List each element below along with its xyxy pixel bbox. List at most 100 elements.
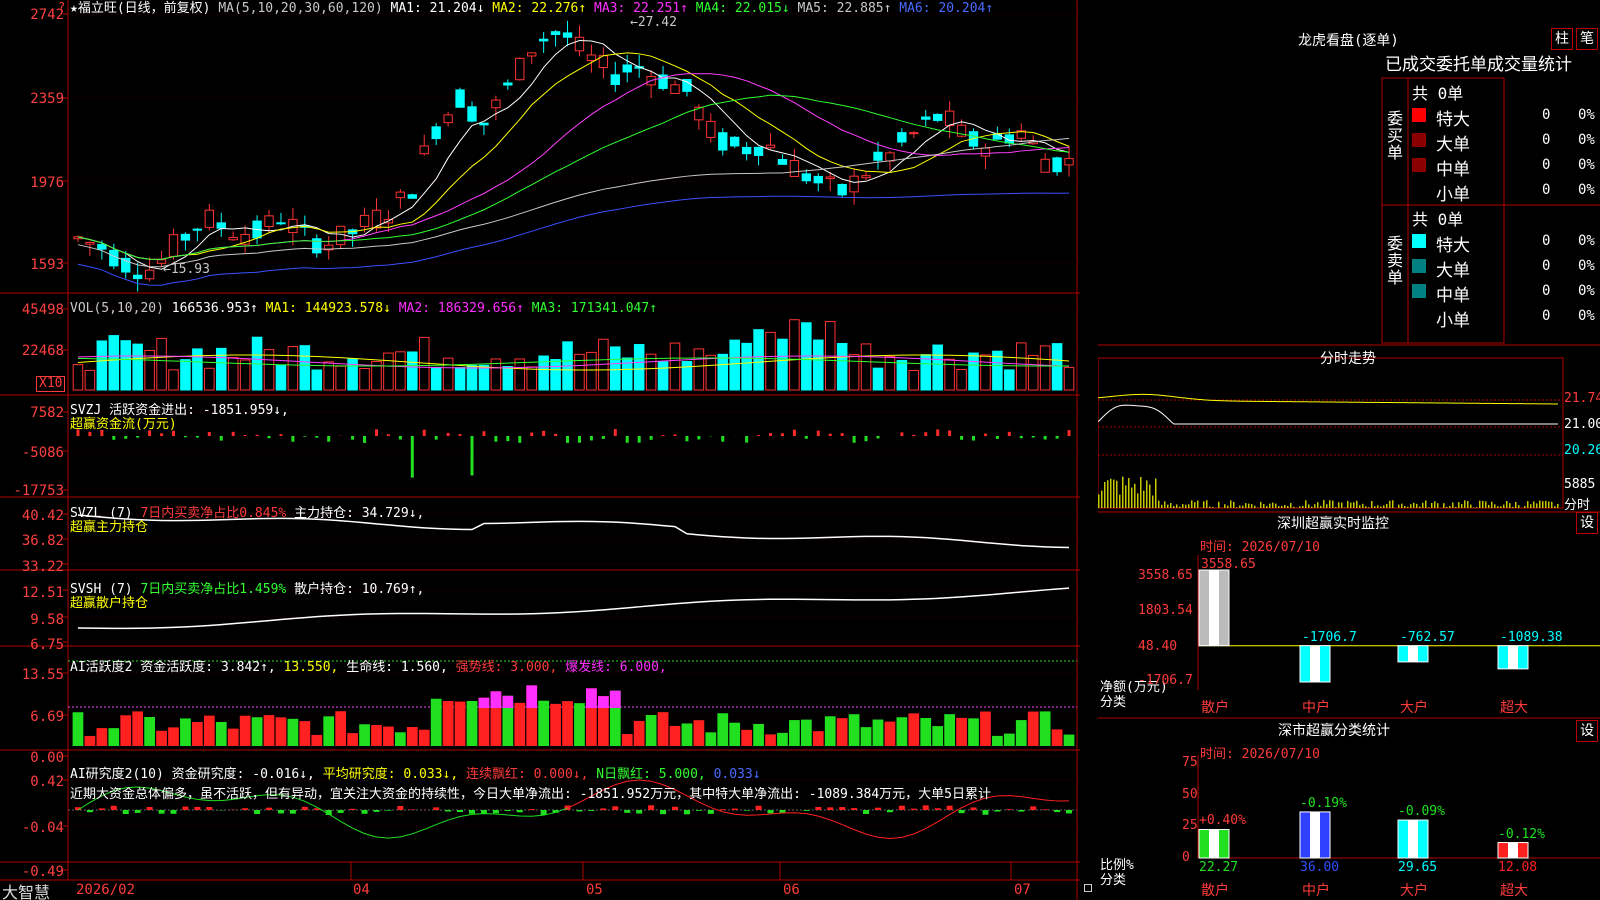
candle-body (503, 82, 513, 86)
svsh-header: SVSH (7) 7日内买卖净占比1.459% 散户持仓: 10.769↑, (70, 582, 424, 597)
candle-body (97, 243, 107, 250)
fs-vol-bar (1518, 505, 1520, 508)
monitor-settings-button[interactable]: 设 (1576, 512, 1598, 534)
fs-vol-bar (1533, 501, 1535, 508)
fs-vol-bar (1527, 501, 1529, 508)
research-bar (922, 805, 929, 810)
vol-ma3: MA3: 171341.047↑ (531, 301, 658, 316)
fs-vol-bar (1305, 500, 1307, 508)
ma1-value: MA1: 21.204↓ (390, 1, 485, 16)
research-bar (886, 810, 893, 813)
ma-params: MA(5,10,20,30,60,120) (218, 1, 383, 16)
fs-vol-bar (1242, 505, 1244, 508)
class-bar-highlight (1209, 829, 1219, 858)
class-unit: 比例% 分类 (1100, 858, 1134, 888)
activity-bar (932, 726, 944, 746)
color-swatch (1412, 108, 1426, 122)
stock-terminal: ★福立旺(日线，前复权) MA(5,10,20,30,60,120) MA1: … (0, 0, 1600, 900)
research-bar (576, 810, 583, 812)
research-bar (457, 810, 464, 813)
color-swatch (1412, 133, 1426, 147)
research-bar (301, 806, 308, 810)
fs-vol-bar (1368, 507, 1370, 508)
volume-bar (932, 344, 943, 391)
fs-vol-bar (1524, 505, 1526, 508)
candle-body (264, 215, 274, 227)
activity-bar (192, 722, 203, 746)
ma-line (77, 73, 1070, 260)
fs-vol-bar (1476, 507, 1478, 508)
fs-vol-bar (1146, 480, 1148, 508)
activity-bar (132, 711, 144, 746)
volume-bar (227, 356, 239, 391)
volume-bar (395, 351, 406, 391)
fs-vol-bar (1446, 506, 1448, 508)
stat-header: 已成交委托单成交量统计 (1385, 55, 1572, 75)
tick-mode-button[interactable]: 笔 (1576, 28, 1598, 50)
research-bar (1066, 810, 1073, 814)
svsh-tick: 9.58 (30, 612, 64, 628)
volume-bar (753, 329, 764, 391)
bar-mode-button[interactable]: 柱 (1551, 28, 1573, 50)
fs-vol-bar (1203, 501, 1205, 508)
research-bar (397, 805, 404, 810)
fs-vol-bar (1488, 504, 1490, 508)
fs-vol-bar (1410, 504, 1412, 508)
fund-flow-bar (745, 436, 749, 443)
right-panel (1098, 77, 1600, 859)
fund-flow-bar (363, 436, 367, 443)
svsh-hold: 散户持仓: 10.769↑, (294, 582, 425, 597)
brand-logo[interactable]: 大智慧 (2, 879, 50, 900)
fs-vol-bar (1383, 505, 1385, 508)
volume-bar (1004, 369, 1015, 391)
candle-body (610, 74, 620, 85)
class-settings-button[interactable]: 设 (1576, 720, 1598, 742)
stat-row-label: 中单 (1436, 286, 1470, 306)
activity-bar (836, 718, 848, 746)
research-bar (134, 810, 141, 813)
candle-body (168, 234, 179, 257)
fs-vol-bar (1497, 506, 1499, 508)
fs-vol-bar (1245, 503, 1247, 508)
fs-vol-bar (1281, 506, 1283, 508)
research-bar (337, 810, 344, 813)
activity-bar (287, 718, 299, 746)
fund-flow-bar (757, 435, 761, 436)
fund-flow-bar (649, 436, 653, 440)
vol-tick: 22468 (21, 343, 64, 359)
research-bar (1054, 810, 1061, 813)
activity-bar (203, 715, 215, 746)
fs-vol-bar (1125, 485, 1127, 508)
fs-vol-bar (1188, 504, 1190, 508)
activity-bar (562, 701, 573, 746)
vol-tick: 45498 (21, 302, 64, 318)
fs-vol-bar (1173, 505, 1175, 508)
fs-vol-bar (1314, 504, 1316, 508)
fs-vol-bar (1416, 503, 1418, 508)
lock-icon[interactable] (1084, 884, 1092, 892)
monitor-bar-highlight (1310, 645, 1320, 682)
activity-bar (717, 713, 729, 746)
stat-row-label: 大单 (1436, 261, 1470, 281)
chart-area[interactable] (0, 0, 1080, 900)
stock-title[interactable]: ★福立旺(日线，前复权) (70, 1, 210, 16)
fs-vol-bar (1179, 506, 1181, 508)
research-bar (934, 808, 941, 810)
candle-body (276, 222, 286, 225)
price-tick: 2359 (30, 91, 64, 107)
research-bar (254, 810, 261, 815)
research-bar (361, 810, 368, 814)
candle-body (718, 132, 728, 151)
candle-body (1040, 158, 1050, 173)
volume-bar (980, 354, 991, 391)
research-bar (1006, 809, 1013, 810)
fund-flow-bar (183, 436, 187, 438)
fs-vol-bar (1431, 502, 1433, 508)
fund-flow-bar (88, 431, 92, 436)
activity-bar (741, 729, 753, 746)
fs-vol-bar (1290, 503, 1292, 508)
stat-row-pct: 0% (1578, 233, 1595, 249)
stat-row-pct: 0% (1578, 107, 1595, 123)
ai2-tick: -0.04 (21, 820, 64, 836)
question-icon[interactable]: ? (58, 0, 65, 14)
